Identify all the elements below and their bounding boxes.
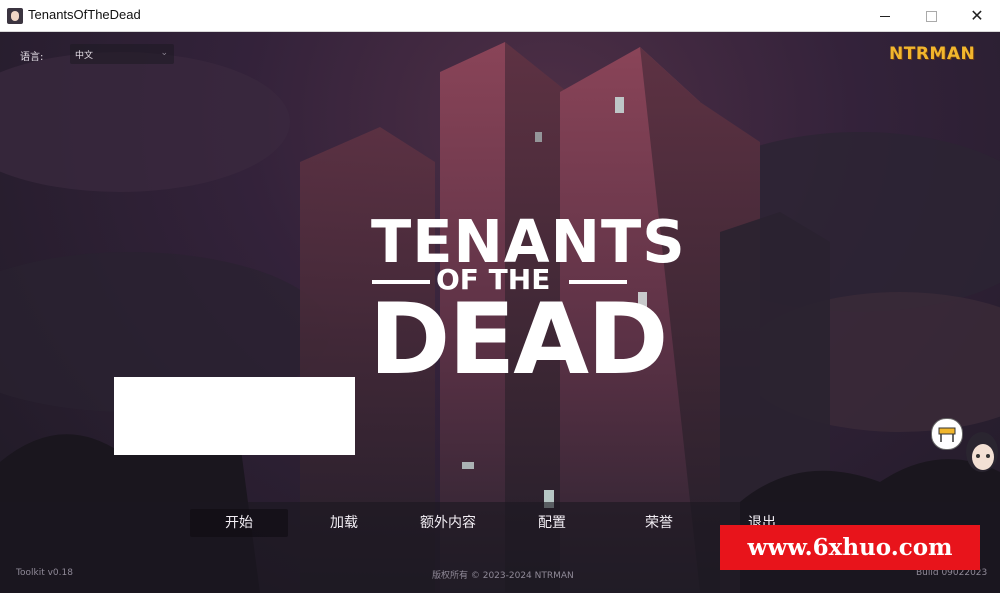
language-label: 语言: xyxy=(20,52,44,63)
menu-start-button[interactable]: 开始 xyxy=(190,509,288,537)
menu-credits-button[interactable]: 荣誉 xyxy=(626,509,692,537)
close-icon: ✕ xyxy=(970,6,984,25)
copyright-text: 版权所有 © 2023-2024 NTRMAN xyxy=(432,571,574,581)
chevron-down-icon: ⌄ xyxy=(160,48,168,58)
maximize-button[interactable] xyxy=(908,0,954,31)
language-select[interactable]: 中文 ⌄ xyxy=(70,44,174,64)
game-portrait-icon xyxy=(7,8,23,24)
logo-line-3: DEAD xyxy=(369,283,668,397)
developer-brand-logo: NTRMAN xyxy=(889,44,976,64)
game-main-menu: 语言: 中文 ⌄ NTRMAN TENANTS OF THE DEAD 开始 加… xyxy=(0,32,1000,593)
toolkit-version: Toolkit v0.18 xyxy=(16,568,73,578)
window-title-bar[interactable]: TenantsOfTheDead ✕ xyxy=(0,0,1000,32)
minimize-icon xyxy=(880,16,890,17)
character-avatar xyxy=(966,432,998,472)
window-title: TenantsOfTheDead xyxy=(28,7,141,22)
blank-overlay-box xyxy=(114,377,355,455)
maximize-icon xyxy=(925,11,937,22)
menu-load-button[interactable]: 加载 xyxy=(312,509,376,537)
language-value: 中文 xyxy=(75,51,94,61)
warning-sign-icon xyxy=(931,418,963,450)
menu-config-button[interactable]: 配置 xyxy=(518,509,586,537)
minimize-button[interactable] xyxy=(862,0,908,31)
site-watermark: www.6xhuo.com xyxy=(720,525,980,570)
menu-extras-button[interactable]: 额外内容 xyxy=(408,509,488,537)
close-button[interactable]: ✕ xyxy=(954,0,1000,31)
